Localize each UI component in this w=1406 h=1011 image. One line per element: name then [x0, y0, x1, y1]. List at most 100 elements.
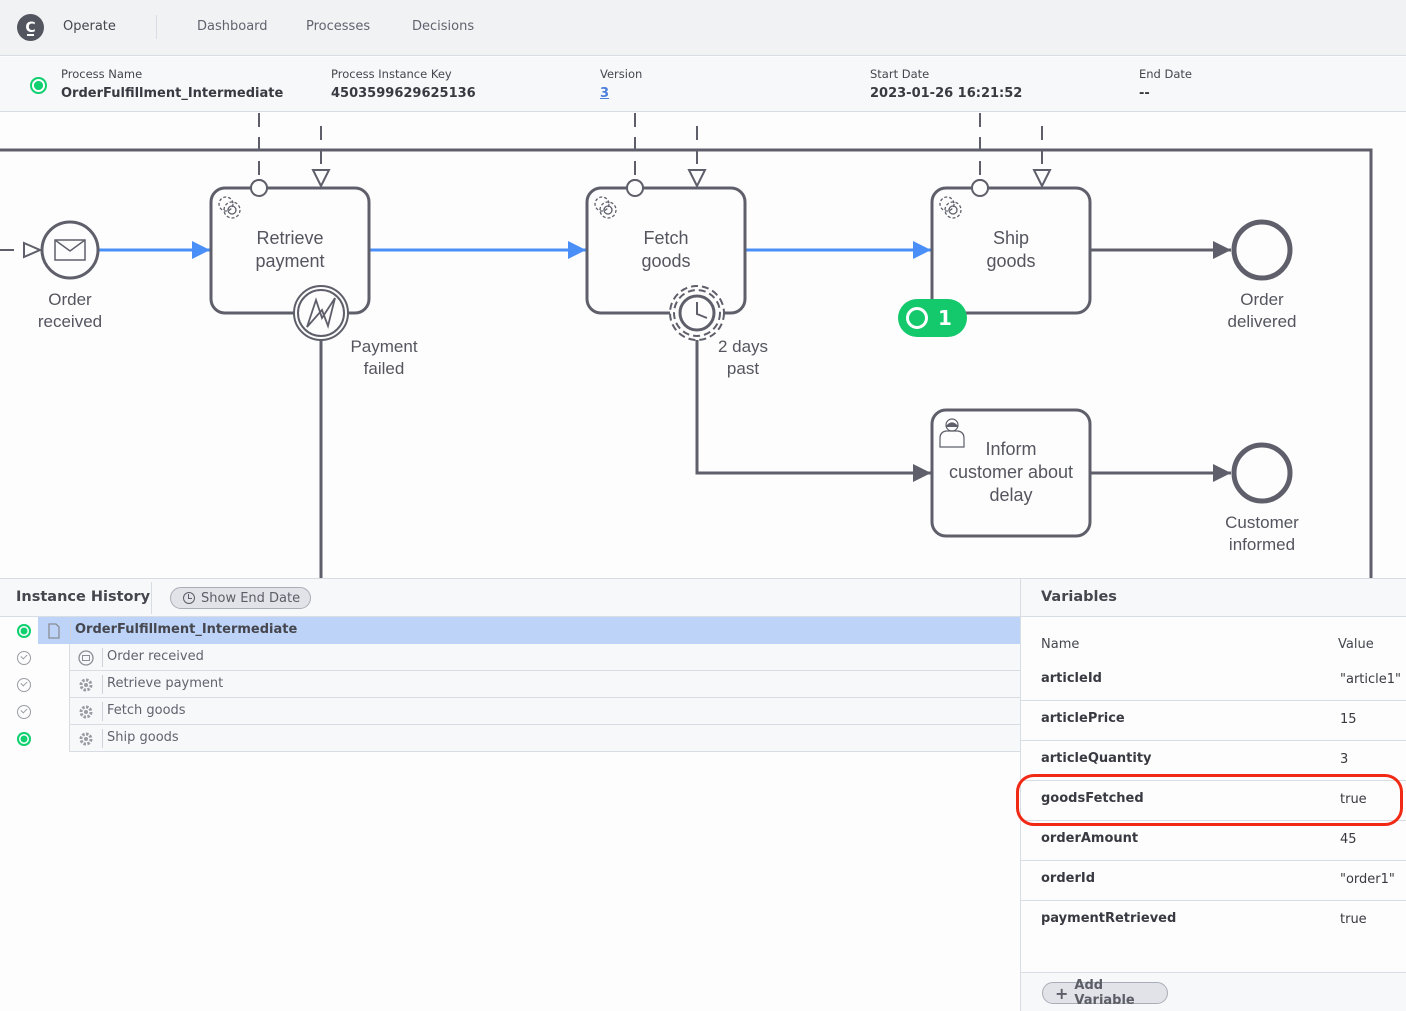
show-end-date-button[interactable]: Show End Date [170, 587, 311, 609]
history-node-name: Retrieve payment [107, 676, 224, 691]
variable-row[interactable]: orderId "order1" [1021, 861, 1406, 901]
instance-key-value: 4503599629625136 [331, 86, 476, 101]
separator [102, 675, 103, 694]
message-flows [0, 113, 1043, 251]
order-delivered-label: Order delivered [1212, 289, 1312, 333]
variable-row[interactable]: articlePrice 15 [1021, 701, 1406, 741]
active-token-icon [906, 307, 928, 329]
variable-value: "article1" [1340, 672, 1402, 687]
camunda-logo-icon[interactable]: C [17, 14, 44, 41]
process-name-value: OrderFulfillment_Intermediate [61, 86, 284, 101]
history-row[interactable]: Fetch goods [0, 698, 1020, 725]
label-line: 2 days [717, 337, 769, 356]
document-icon [48, 623, 60, 639]
label-line: customer about [948, 462, 1074, 482]
variables-title: Variables [1041, 589, 1117, 605]
variable-row[interactable]: orderAmount 45 [1021, 821, 1406, 861]
operate-app: C Operate Dashboard Processes Decisions … [0, 0, 1406, 1011]
order-received-event[interactable] [40, 220, 100, 280]
nav-dashboard-link[interactable]: Dashboard [197, 19, 268, 34]
variable-value: 15 [1340, 712, 1357, 727]
history-node-name: OrderFulfillment_Intermediate [75, 622, 298, 637]
add-variable-button[interactable]: + Add Variable [1042, 978, 1168, 1008]
message-flow-markers [23, 169, 1052, 259]
history-row[interactable]: Order received [0, 644, 1020, 671]
active-status-icon [17, 624, 31, 638]
customer-informed-end-event[interactable] [1231, 442, 1293, 504]
completed-status-icon [17, 678, 31, 692]
bpmn-diagram-canvas[interactable]: Order received Order delivered Customer … [0, 113, 1406, 578]
label-line: Fetch [643, 228, 689, 248]
variable-row-highlighted[interactable]: goodsFetched true [1021, 781, 1406, 821]
history-node[interactable]: OrderFulfillment_Intermediate [38, 617, 1020, 644]
variables-header: Variables [1021, 579, 1406, 617]
separator [70, 621, 71, 640]
nav-decisions-link[interactable]: Decisions [412, 19, 474, 34]
nav-divider [156, 15, 157, 39]
history-node-name: Fetch goods [107, 703, 186, 718]
label-line: Inform [985, 439, 1037, 459]
end-date-label: End Date [1139, 67, 1192, 81]
label-line: informed [1228, 535, 1296, 554]
variable-row[interactable]: paymentRetrieved true [1021, 901, 1406, 941]
payment-failed-label: Payment failed [339, 336, 429, 380]
start-date-field: Start Date 2023-01-26 16:21:52 [870, 67, 1022, 101]
variable-name: articleId [1041, 671, 1102, 686]
history-row-root[interactable]: OrderFulfillment_Intermediate [0, 617, 1020, 644]
add-variable-label: Add Variable [1074, 978, 1135, 1008]
version-link[interactable]: 3 [600, 86, 642, 101]
variable-row[interactable]: articleId "article1" [1021, 661, 1406, 701]
variable-name: goodsFetched [1041, 791, 1144, 806]
history-node[interactable]: Ship goods [69, 725, 1020, 752]
ship-goods-label: Ship goods [932, 227, 1090, 273]
variables-footer: + Add Variable [1021, 972, 1406, 1011]
column-header-name[interactable]: Name [1041, 637, 1079, 652]
label-line: received [37, 312, 103, 331]
variable-name: orderAmount [1041, 831, 1139, 846]
variable-value: 3 [1340, 752, 1349, 767]
version-field: Version 3 [600, 67, 642, 101]
process-name-field: Process Name OrderFulfillment_Intermedia… [61, 67, 283, 101]
message-event-icon [78, 650, 94, 666]
separator [102, 648, 103, 667]
history-node[interactable]: Order received [69, 644, 1020, 671]
label-line: Customer [1225, 513, 1299, 532]
active-state-icon [30, 77, 47, 94]
history-row[interactable]: Ship goods [0, 725, 1020, 752]
history-node[interactable]: Retrieve payment [69, 671, 1020, 698]
instance-history-header: Instance History Show End Date [0, 579, 1020, 617]
label-line: Retrieve [256, 228, 324, 248]
start-date-label: Start Date [870, 67, 930, 81]
nav-processes-link[interactable]: Processes [306, 19, 370, 34]
payment-failed-boundary-event[interactable] [293, 285, 349, 341]
variable-row[interactable]: articleQuantity 3 [1021, 741, 1406, 781]
inform-customer-label: Inform customer about delay [932, 438, 1090, 507]
two-days-past-timer-event[interactable] [669, 285, 725, 341]
column-header-value[interactable]: Value [1338, 637, 1374, 652]
start-date-value: 2023-01-26 16:21:52 [870, 86, 1023, 101]
label-line: past [726, 359, 760, 378]
active-token-badge[interactable]: 1 [898, 299, 967, 337]
order-delivered-end-event[interactable] [1231, 219, 1293, 281]
completed-status-icon [17, 651, 31, 665]
header-divider [151, 582, 152, 614]
active-token-count: 1 [938, 306, 952, 330]
instance-key-field: Process Instance Key 4503599629625136 [331, 67, 476, 101]
customer-informed-label: Customer informed [1212, 512, 1312, 556]
gear-icon [79, 705, 93, 719]
instance-key-label: Process Instance Key [331, 67, 452, 81]
plus-icon: + [1055, 983, 1069, 1003]
show-end-date-label: Show End Date [201, 590, 301, 606]
label-line: Order [1240, 290, 1284, 309]
variable-name: orderId [1041, 871, 1096, 886]
top-navigation-bar: C Operate Dashboard Processes Decisions [0, 0, 1406, 56]
history-node[interactable]: Fetch goods [69, 698, 1020, 725]
variable-value: 45 [1340, 832, 1357, 847]
clock-icon [183, 592, 195, 604]
completed-status-icon [17, 705, 31, 719]
end-date-value: -- [1139, 86, 1150, 101]
process-name-label: Process Name [61, 67, 143, 81]
app-name-link[interactable]: Operate [63, 19, 116, 34]
history-row[interactable]: Retrieve payment [0, 671, 1020, 698]
fetch-goods-label: Fetch goods [587, 227, 745, 273]
